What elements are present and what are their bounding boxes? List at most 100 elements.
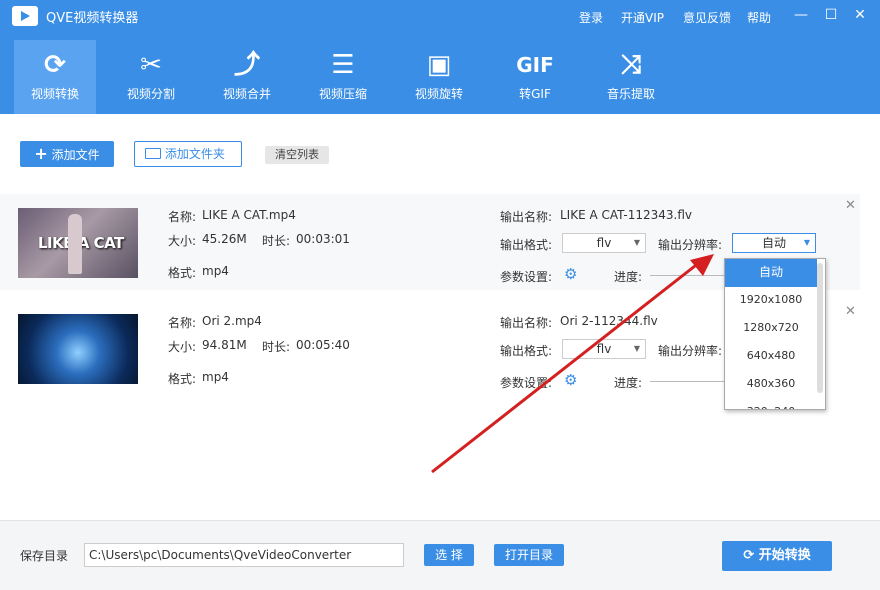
progress-label: 进度: (614, 374, 642, 391)
output-name-label: 输出名称: (500, 314, 552, 331)
plus-icon: + (34, 144, 47, 163)
output-resolution-value: 自动 (762, 236, 786, 250)
output-name: Ori 2-112344.flv (560, 314, 658, 328)
choose-dir-button[interactable]: 选 择 (424, 544, 474, 566)
output-format-value: flv (597, 236, 612, 250)
tab-video-rotate[interactable]: ▣ 视频旋转 (398, 40, 480, 114)
file-format-label: 格式: (168, 264, 196, 281)
output-format-select[interactable]: flv ▼ (562, 339, 646, 359)
clear-list-button[interactable]: 清空列表 (265, 146, 329, 164)
tab-label: 视频转换 (14, 85, 96, 102)
chevron-down-icon: ▼ (634, 340, 640, 358)
merge-icon: ⤴ (206, 40, 288, 78)
remove-file-icon[interactable]: ✕ (845, 198, 856, 213)
app-logo-icon (12, 6, 38, 26)
video-thumbnail: LIKE A CAT (18, 208, 138, 278)
output-name: LIKE A CAT-112343.flv (560, 208, 692, 222)
refresh-icon: ⟳ (743, 548, 754, 563)
tab-label: 视频分割 (110, 85, 192, 102)
resolution-option[interactable]: 320x240 (725, 399, 817, 410)
resolution-option[interactable]: 1920x1080 (725, 287, 817, 315)
add-file-label: 添加文件 (52, 148, 100, 162)
thumbnail-figure (68, 214, 82, 274)
file-size-label: 大小: (168, 232, 196, 249)
file-name: Ori 2.mp4 (202, 314, 262, 328)
file-name-label: 名称: (168, 314, 196, 331)
resolution-dropdown: 自动 1920x1080 1280x720 640x480 480x360 32… (724, 258, 826, 410)
rotate-icon: ▣ (398, 40, 480, 78)
folder-icon (145, 148, 161, 159)
vip-link[interactable]: 开通VIP (621, 9, 664, 26)
file-name: LIKE A CAT.mp4 (202, 208, 296, 222)
file-duration: 00:03:01 (296, 232, 350, 246)
login-link[interactable]: 登录 (579, 9, 603, 26)
gear-icon[interactable]: ⚙ (564, 371, 577, 389)
file-duration-label: 时长: (262, 338, 290, 355)
file-name-label: 名称: (168, 208, 196, 225)
gear-icon[interactable]: ⚙ (564, 265, 577, 283)
open-dir-button[interactable]: 打开目录 (494, 544, 564, 566)
tab-video-compress[interactable]: ☰ 视频压缩 (302, 40, 384, 114)
file-format: mp4 (202, 370, 229, 384)
output-resolution-label: 输出分辨率: (658, 236, 722, 253)
tab-label: 视频旋转 (398, 85, 480, 102)
tab-to-gif[interactable]: GIF 转GIF (494, 40, 576, 114)
tab-video-merge[interactable]: ⤴ 视频合并 (206, 40, 288, 114)
tab-video-convert[interactable]: ⟳ 视频转换 (14, 40, 96, 114)
video-thumbnail (18, 314, 138, 384)
tab-label: 视频压缩 (302, 85, 384, 102)
output-format-label: 输出格式: (500, 342, 552, 359)
resolution-option[interactable]: 1280x720 (725, 315, 817, 343)
output-resolution-select[interactable]: 自动 ▼ (732, 233, 816, 253)
maximize-icon[interactable]: ☐ (822, 6, 840, 24)
output-format-select[interactable]: flv ▼ (562, 233, 646, 253)
add-folder-label: 添加文件夹 (165, 147, 225, 161)
resolution-option[interactable]: 480x360 (725, 371, 817, 399)
resolution-option[interactable]: 640x480 (725, 343, 817, 371)
add-folder-button[interactable]: 添加文件夹 (134, 141, 242, 167)
file-format: mp4 (202, 264, 229, 278)
footer-bar: 保存目录 选 择 打开目录 ⟳ 开始转换 (0, 520, 880, 590)
minimize-icon[interactable]: — (792, 6, 810, 24)
scissors-icon: ✂ (110, 40, 192, 78)
gif-icon: GIF (494, 40, 576, 78)
file-size: 45.26M (202, 232, 247, 246)
output-format-label: 输出格式: (500, 236, 552, 253)
progress-label: 进度: (614, 268, 642, 285)
tab-label: 音乐提取 (590, 85, 672, 102)
feedback-link[interactable]: 意见反馈 (683, 9, 731, 26)
file-duration: 00:05:40 (296, 338, 350, 352)
save-dir-label: 保存目录 (20, 547, 68, 564)
compress-icon: ☰ (302, 40, 384, 78)
add-file-button[interactable]: + 添加文件 (20, 141, 114, 167)
resolution-option[interactable]: 自动 (725, 259, 817, 287)
file-size-label: 大小: (168, 338, 196, 355)
refresh-icon: ⟳ (14, 40, 96, 78)
save-path-input[interactable] (84, 543, 404, 567)
tab-video-split[interactable]: ✂ 视频分割 (110, 40, 192, 114)
tab-label: 转GIF (494, 85, 576, 102)
file-size: 94.81M (202, 338, 247, 352)
output-format-value: flv (597, 342, 612, 356)
close-icon[interactable]: ✕ (851, 6, 869, 24)
chevron-down-icon: ▼ (804, 234, 810, 252)
app-title: QVE视频转换器 (46, 7, 138, 26)
shuffle-icon: ⤨ (590, 40, 672, 78)
file-format-label: 格式: (168, 370, 196, 387)
start-convert-button[interactable]: ⟳ 开始转换 (722, 541, 832, 571)
dropdown-scrollbar[interactable] (817, 263, 823, 393)
file-duration-label: 时长: (262, 232, 290, 249)
remove-file-icon[interactable]: ✕ (845, 304, 856, 319)
progress-bar (650, 381, 726, 382)
header-bar: QVE视频转换器 登录 开通VIP 意见反馈 帮助 — ☐ ✕ ⟳ 视频转换 ✂… (0, 0, 880, 114)
params-label: 参数设置: (500, 268, 552, 285)
params-label: 参数设置: (500, 374, 552, 391)
tab-music-extract[interactable]: ⤨ 音乐提取 (590, 40, 672, 114)
start-convert-label: 开始转换 (759, 548, 811, 563)
chevron-down-icon: ▼ (634, 234, 640, 252)
tab-label: 视频合并 (206, 85, 288, 102)
progress-bar (650, 275, 726, 276)
output-name-label: 输出名称: (500, 208, 552, 225)
help-link[interactable]: 帮助 (747, 9, 771, 26)
output-resolution-label: 输出分辨率: (658, 342, 722, 359)
